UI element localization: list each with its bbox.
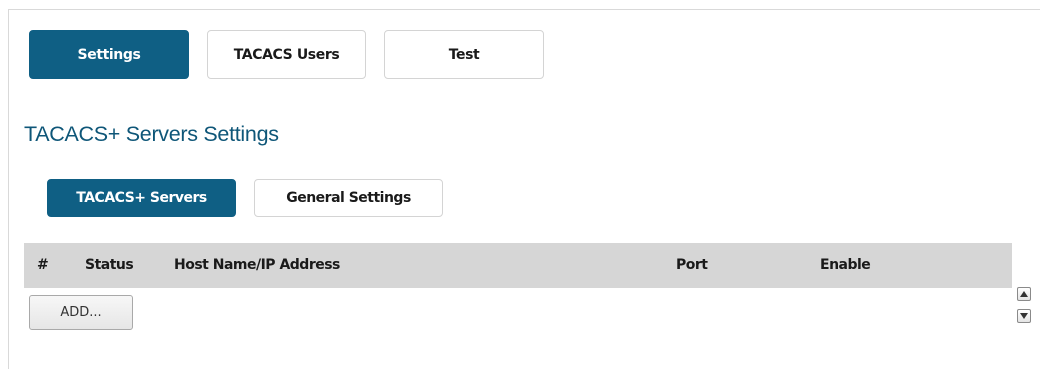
tab-tacacs-users[interactable]: TACACS Users [207,30,366,79]
subtab-general-settings[interactable]: General Settings [254,179,443,217]
tab-settings[interactable]: Settings [29,30,189,79]
triangle-down-icon [1020,313,1028,319]
column-header-port[interactable]: Port [676,243,708,288]
servers-table-header: # Status Host Name/IP Address Port Enabl… [24,243,1012,288]
triangle-up-icon [1020,291,1028,297]
subtab-tacacs-servers[interactable]: TACACS+ Servers [47,179,236,217]
tab-test[interactable]: Test [384,30,544,79]
column-header-number[interactable]: # [37,243,49,288]
column-header-enable[interactable]: Enable [820,243,871,288]
subtab-general-settings-label: General Settings [286,190,411,206]
column-header-host[interactable]: Host Name/IP Address [174,243,340,288]
tab-tacacs-users-label: TACACS Users [233,46,340,63]
subtab-tacacs-servers-label: TACACS+ Servers [76,190,207,206]
scroll-up-button[interactable] [1017,287,1031,301]
add-server-button[interactable]: ADD... [29,295,133,330]
column-header-status[interactable]: Status [85,243,134,288]
section-title: TACACS+ Servers Settings [24,122,279,146]
tab-test-label: Test [448,46,480,63]
scroll-down-button[interactable] [1017,309,1031,323]
tab-settings-label: Settings [77,46,141,63]
add-server-button-label: ADD... [60,305,102,320]
